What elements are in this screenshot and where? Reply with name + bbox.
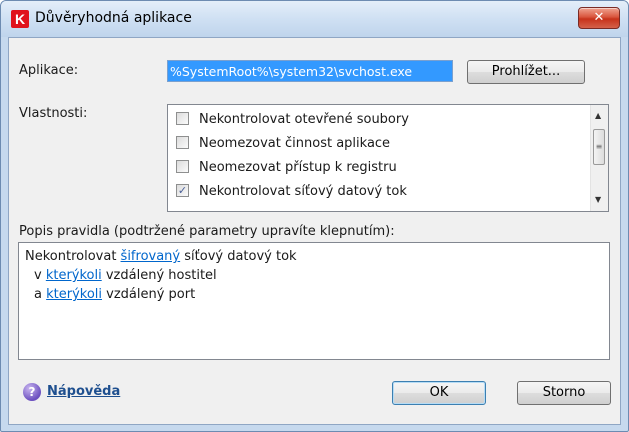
rule-description-box: Nekontrolovat šifrovaný síťový datový to… bbox=[18, 242, 610, 360]
description-text: vzdálený port bbox=[102, 287, 196, 302]
checkbox-open-files[interactable] bbox=[176, 112, 189, 125]
close-icon: ✕ bbox=[593, 10, 605, 25]
description-text: a bbox=[34, 287, 47, 302]
description-label: Popis pravidla (podtržené parametry upra… bbox=[19, 224, 395, 239]
property-label: Nekontrolovat síťový datový tok bbox=[199, 184, 407, 199]
property-label: Neomezovat činnost aplikace bbox=[199, 136, 391, 151]
encrypted-link[interactable]: šifrovaný bbox=[121, 249, 181, 264]
description-text: síťový datový tok bbox=[180, 249, 297, 264]
property-label: Nekontrolovat otevřené soubory bbox=[199, 112, 409, 127]
checkbox-app-activity[interactable] bbox=[176, 136, 189, 149]
remote-port-link[interactable]: kterýkoli bbox=[46, 287, 102, 302]
help-icon[interactable]: ? bbox=[23, 383, 41, 401]
property-item-network[interactable]: ✓ Nekontrolovat síťový datový tok bbox=[176, 181, 407, 203]
cancel-button[interactable]: Storno bbox=[517, 381, 611, 405]
checkbox-registry[interactable] bbox=[176, 160, 189, 173]
ok-button-label: OK bbox=[429, 385, 449, 400]
dialog-window: K Důvěryhodná aplikace ✕ Aplikace: %Syst… bbox=[0, 0, 629, 432]
help-link[interactable]: Nápověda bbox=[47, 384, 120, 399]
kaspersky-logo-icon: K bbox=[11, 10, 29, 28]
scroll-down-arrow-icon[interactable]: ▼ bbox=[595, 195, 601, 204]
ok-button[interactable]: OK bbox=[392, 381, 486, 405]
window-title: Důvěryhodná aplikace bbox=[35, 10, 192, 26]
properties-label: Vlastnosti: bbox=[19, 106, 88, 121]
scroll-up-arrow-icon[interactable]: ▲ bbox=[595, 111, 601, 120]
title-bar[interactable]: K Důvěryhodná aplikace ✕ bbox=[1, 1, 628, 37]
remote-host-link[interactable]: kterýkoli bbox=[46, 268, 102, 283]
description-line-2: v kterýkoli vzdálený hostitel bbox=[25, 266, 603, 285]
description-line-3: a kterýkoli vzdálený port bbox=[25, 285, 603, 304]
application-label: Aplikace: bbox=[19, 63, 79, 78]
description-line-1: Nekontrolovat šifrovaný síťový datový to… bbox=[25, 247, 603, 266]
close-button[interactable]: ✕ bbox=[578, 7, 620, 29]
cancel-button-label: Storno bbox=[542, 385, 586, 400]
application-path-field[interactable]: %SystemRoot%\system32\svchost.exe bbox=[167, 60, 453, 82]
property-item-registry[interactable]: Neomezovat přístup k registru bbox=[176, 157, 397, 179]
properties-list[interactable]: Nekontrolovat otevřené soubory Neomezova… bbox=[167, 104, 609, 212]
property-label: Neomezovat přístup k registru bbox=[199, 160, 397, 175]
description-text: Nekontrolovat bbox=[25, 249, 121, 264]
dialog-body: Aplikace: %SystemRoot%\system32\svchost.… bbox=[8, 37, 621, 425]
browse-button[interactable]: Prohlížet... bbox=[467, 60, 585, 84]
property-item-app-activity[interactable]: Neomezovat činnost aplikace bbox=[176, 133, 390, 155]
checkbox-network[interactable]: ✓ bbox=[176, 184, 189, 197]
property-item-open-files[interactable]: Nekontrolovat otevřené soubory bbox=[176, 109, 409, 131]
browse-button-label: Prohlížet... bbox=[491, 64, 561, 79]
scroll-thumb[interactable]: ≡ bbox=[593, 129, 605, 165]
properties-scrollbar[interactable]: ▲ ≡ ▼ bbox=[590, 105, 608, 211]
description-text: vzdálený hostitel bbox=[101, 268, 217, 283]
description-text: v bbox=[34, 268, 46, 283]
